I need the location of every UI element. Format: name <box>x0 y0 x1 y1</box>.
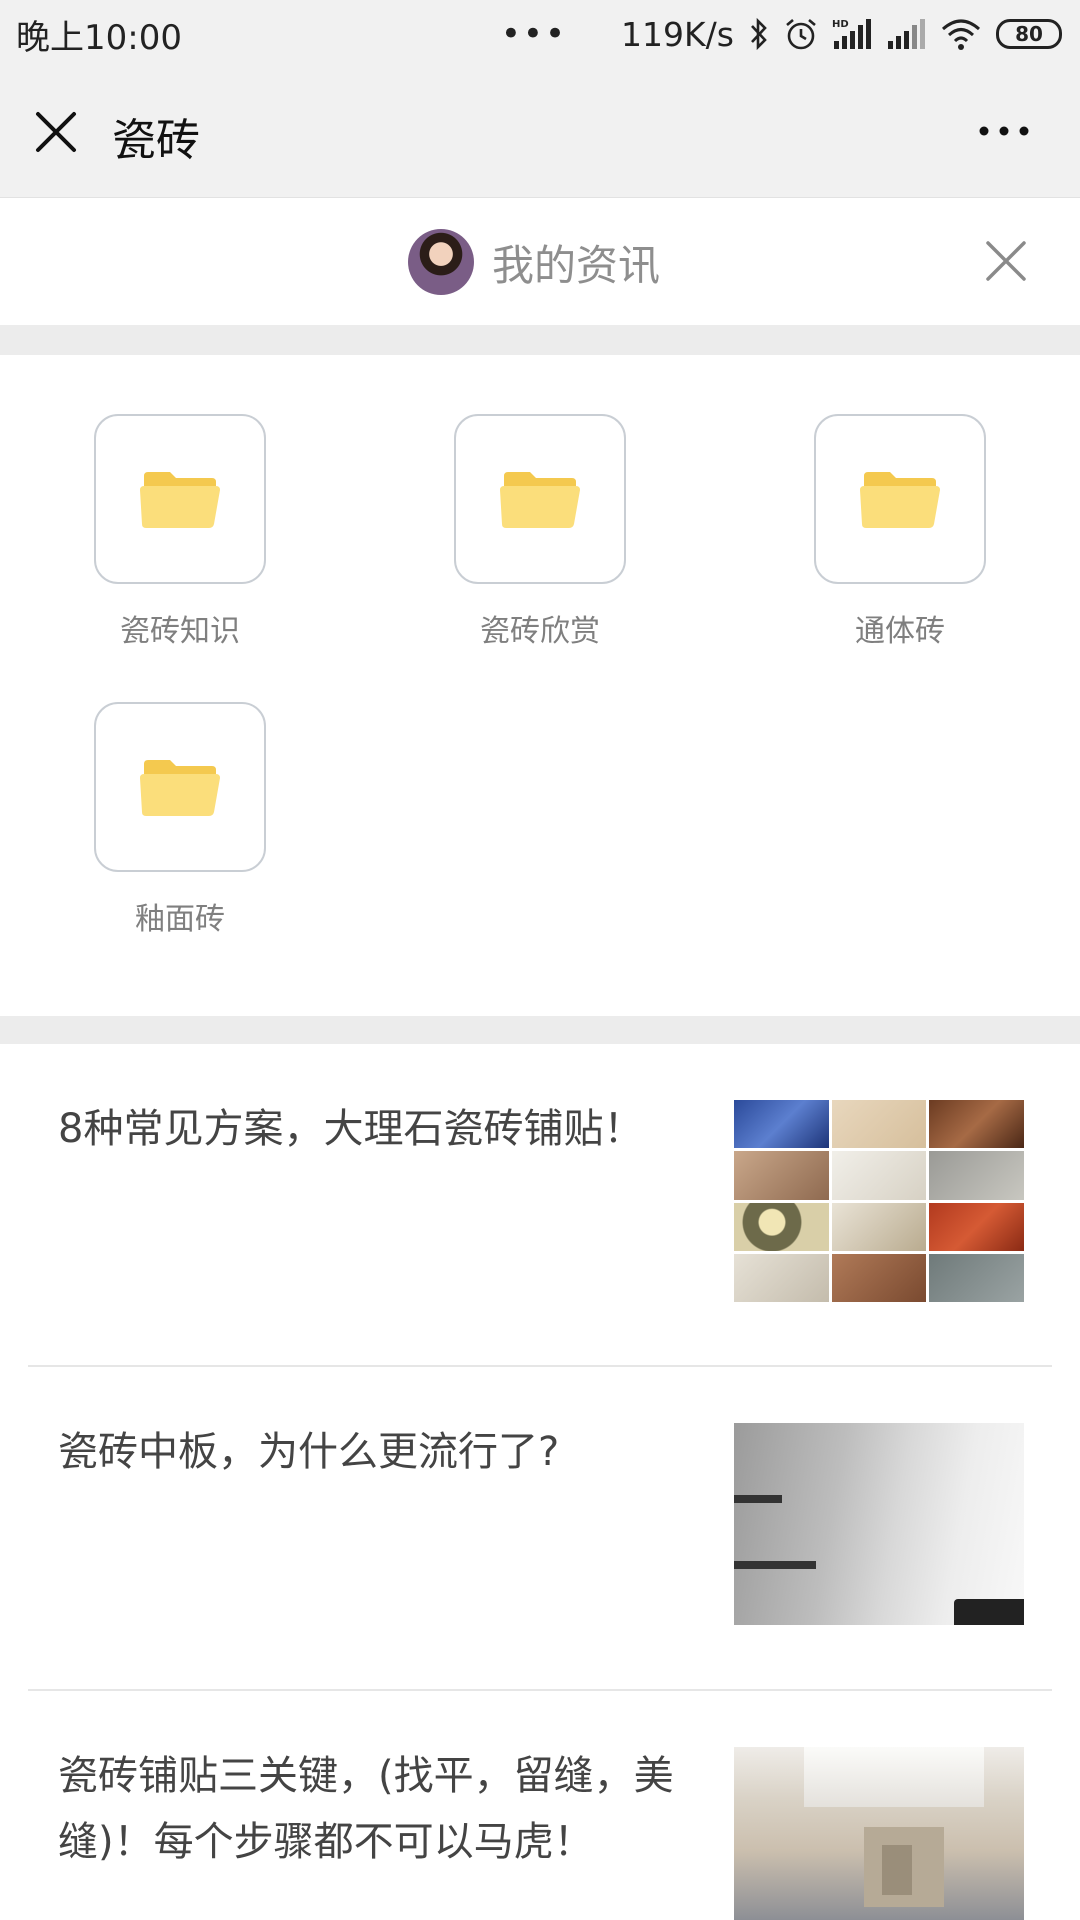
basin <box>954 1599 1024 1625</box>
status-time: 晚上10:00 <box>16 17 182 58</box>
folder-icon <box>500 472 580 528</box>
alarm-icon <box>784 17 818 51</box>
shelf <box>734 1561 816 1569</box>
bluetooth-icon <box>748 17 770 51</box>
article-title: 瓷砖中板，为什么更流行了? <box>58 1429 560 1475</box>
corridor-door <box>882 1845 912 1895</box>
article-item[interactable]: 瓷砖中板，为什么更流行了? <box>0 1367 1080 1689</box>
signal-icon <box>886 17 926 51</box>
svg-text:HD: HD <box>832 19 849 30</box>
profile-info[interactable]: 我的资讯 <box>408 229 660 295</box>
article-title: 8种常见方案，大理石瓷砖铺贴！ <box>58 1106 644 1152</box>
folder-tile[interactable] <box>94 702 266 872</box>
article-title: 瓷砖铺贴三关键，(找平，留缝，美缝)！每个步骤都不可以马虎！ <box>58 1753 674 1865</box>
folder-tile[interactable] <box>454 414 626 584</box>
section-separator <box>0 325 1080 355</box>
folder-icon <box>140 760 220 816</box>
folder-tile[interactable] <box>94 414 266 584</box>
wifi-icon <box>940 17 982 51</box>
network-speed: 119K/s <box>621 14 734 54</box>
folder-label: 瓷砖知识 <box>120 614 240 649</box>
article-thumbnail <box>734 1100 1024 1302</box>
hd-signal-icon: HD <box>832 17 872 51</box>
dismiss-icon[interactable] <box>984 239 1028 283</box>
article-thumbnail <box>734 1423 1024 1625</box>
folder-label: 瓷砖欣赏 <box>480 614 600 649</box>
folder-icon <box>140 472 220 528</box>
status-icons: ••• 119K/s HD 80 <box>501 15 1062 54</box>
battery-indicator: 80 <box>996 19 1062 49</box>
article-item[interactable]: 8种常见方案，大理石瓷砖铺贴！ <box>0 1044 1080 1366</box>
ceiling-light <box>804 1747 984 1807</box>
more-options-icon[interactable] <box>976 106 1032 156</box>
folder-tile[interactable] <box>814 414 986 584</box>
nav-bar: 瓷砖 <box>0 68 1080 198</box>
profile-name: 我的资讯 <box>492 240 661 290</box>
page-title: 瓷砖 <box>112 115 200 166</box>
profile-header: 我的资讯 <box>0 199 1080 325</box>
folder-grid: 瓷砖知识 瓷砖欣赏 通体砖 釉面砖 <box>0 355 1080 1015</box>
avatar <box>408 229 474 295</box>
folder-item-tile-knowledge[interactable]: 瓷砖知识 <box>90 414 270 650</box>
article-item[interactable]: 瓷砖铺贴三关键，(找平，留缝，美缝)！每个步骤都不可以马虎！ <box>0 1691 1080 1920</box>
folder-item-tile-appreciation[interactable]: 瓷砖欣赏 <box>450 414 630 650</box>
article-thumbnail <box>734 1747 1024 1920</box>
folder-item-full-body-tile[interactable]: 通体砖 <box>810 414 990 650</box>
section-separator <box>0 1016 1080 1044</box>
shelf <box>734 1495 782 1503</box>
folder-label: 釉面砖 <box>135 902 225 937</box>
folder-label: 通体砖 <box>855 614 945 649</box>
status-bar: 晚上10:00 ••• 119K/s HD 80 <box>0 0 1080 68</box>
folder-icon <box>860 472 940 528</box>
status-dots: ••• <box>500 14 568 54</box>
close-icon[interactable] <box>34 110 78 154</box>
folder-item-glazed-tile[interactable]: 釉面砖 <box>90 702 270 938</box>
